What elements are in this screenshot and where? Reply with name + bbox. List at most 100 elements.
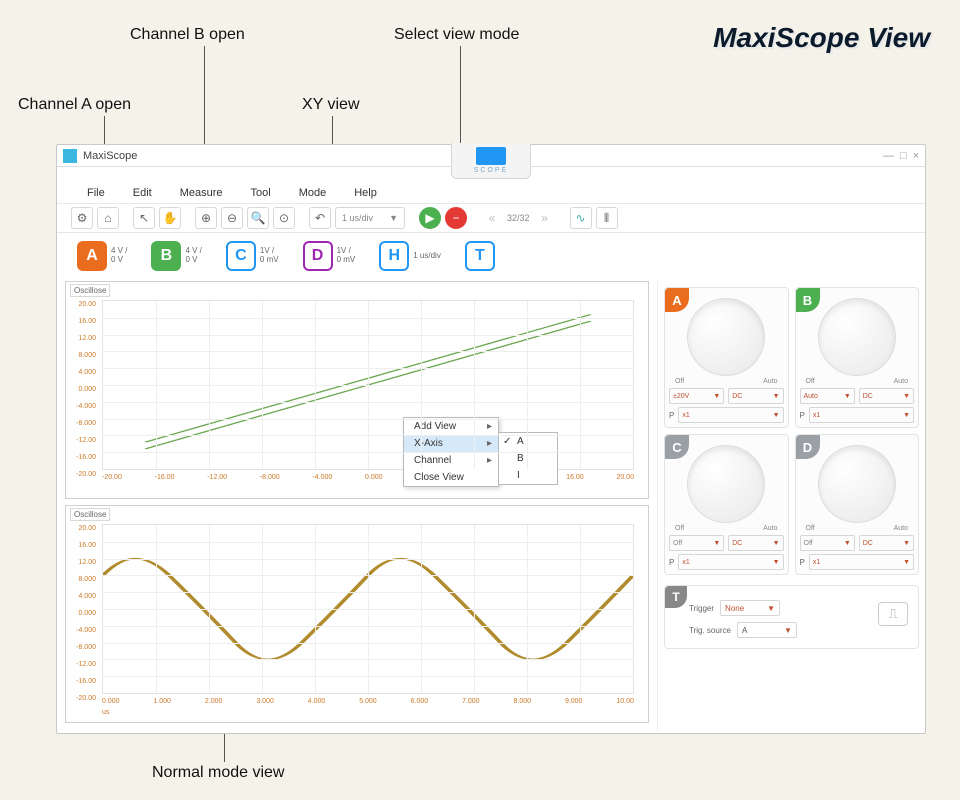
channel-d-icon: D (303, 241, 333, 271)
range-select-d[interactable]: Off▼ (800, 535, 855, 551)
trigger-mode-label: Trigger (689, 604, 714, 613)
probe-select-c[interactable]: x1▼ (678, 554, 783, 570)
knob-a-label: A (665, 288, 689, 312)
knob-off-label: Off (675, 525, 684, 532)
xy-plot-area[interactable]: Add View▸ X-Axis▸ Channel▸ Close View A … (102, 300, 634, 470)
right-panel: A OffAuto ±20V▼ DC▼ Px1▼ B OffAuto Auto▼ (657, 281, 925, 731)
channel-b-chip[interactable]: B 4 V /0 V (151, 241, 201, 271)
knob-auto-label: Auto (894, 525, 908, 532)
knob-auto-label: Auto (763, 378, 777, 385)
stop-button[interactable]: − (445, 207, 467, 229)
knob-auto-label: Auto (763, 525, 777, 532)
menubar: File Edit Measure Tool Mode Help (57, 181, 925, 204)
scope-mode-badge[interactable]: SCOPE (451, 143, 531, 179)
knob-c-label: C (665, 435, 689, 459)
annotation-xy-view: XY view (302, 96, 360, 114)
scope-badge-label: SCOPE (474, 167, 509, 174)
coupling-select-d[interactable]: DC▼ (859, 535, 914, 551)
menu-file[interactable]: File (87, 187, 105, 199)
timebase-select[interactable]: 1 us/div ▼ (335, 207, 405, 229)
normal-plot-area[interactable] (102, 524, 634, 694)
x-axis-unit: us (70, 709, 644, 716)
zoom-button[interactable]: 🔍 (247, 207, 269, 229)
normal-x-axis: 0.0001.0002.0003.0004.0005.0006.0007.000… (70, 696, 644, 709)
knob-auto-label: Auto (894, 378, 908, 385)
spectrum-view-button[interactable]: ⦀ (596, 207, 618, 229)
chevron-right-icon: ▸ (487, 421, 492, 432)
zoom-fit-button[interactable]: ⊙ (273, 207, 295, 229)
knob-a-dial[interactable] (687, 298, 765, 376)
menu-item-close-view[interactable]: Close View (404, 469, 498, 486)
menu-edit[interactable]: Edit (133, 187, 152, 199)
menu-item-add-view[interactable]: Add View▸ (404, 418, 498, 435)
app-title: MaxiScope (83, 150, 137, 162)
menu-measure[interactable]: Measure (180, 187, 223, 199)
channel-bar: A 4 V /0 V B 4 V /0 V C 1V /0 mV D 1V /0… (57, 233, 925, 281)
channel-t-chip[interactable]: T (465, 241, 495, 271)
zoom-out-button[interactable]: ⊖ (221, 207, 243, 229)
app-window: MaxiScope — □ × SCOPE File Edit Measure … (56, 144, 926, 734)
knob-off-label: Off (675, 378, 684, 385)
menu-mode[interactable]: Mode (299, 187, 327, 199)
home-button[interactable]: ⌂ (97, 207, 119, 229)
chevron-down-icon: ▼ (389, 213, 398, 223)
window-close-button[interactable]: × (913, 150, 919, 162)
knob-d-label: D (796, 435, 820, 459)
channel-h-chip[interactable]: H 1 us/div (379, 241, 441, 271)
probe-select-b[interactable]: x1▼ (809, 407, 914, 423)
knob-panel-b: B OffAuto Auto▼ DC▼ Px1▼ (795, 287, 920, 428)
trigger-source-select[interactable]: A▼ (737, 622, 797, 638)
channel-a-icon: A (77, 241, 107, 271)
range-select-b[interactable]: Auto▼ (800, 388, 855, 404)
context-submenu[interactable]: A B I (498, 432, 558, 485)
channel-a-chip[interactable]: A 4 V /0 V (77, 241, 127, 271)
channel-c-chip[interactable]: C 1V /0 mV (226, 241, 279, 271)
chevron-right-icon: ▸ (487, 438, 492, 449)
timebase-value: 1 us/div (342, 213, 373, 223)
xy-scope-panel: Oscillose 20.0016.0012.008.0004.0000.000… (65, 281, 649, 499)
knob-off-label: Off (806, 378, 815, 385)
pan-tool-button[interactable]: ✋ (159, 207, 181, 229)
coupling-select-b[interactable]: DC▼ (859, 388, 914, 404)
knob-panel-d: D OffAuto Off▼ DC▼ Px1▼ (795, 434, 920, 575)
chevron-right-icon: ▸ (487, 455, 492, 466)
range-select-a[interactable]: ±20V▼ (669, 388, 724, 404)
probe-select-a[interactable]: x1▼ (678, 407, 783, 423)
knob-c-dial[interactable] (687, 445, 765, 523)
annotation-channel-b: Channel B open (130, 26, 245, 44)
app-logo-icon (63, 149, 77, 163)
menu-help[interactable]: Help (354, 187, 377, 199)
annotation-normal-mode: Normal mode view (152, 764, 284, 782)
menu-item-x-axis[interactable]: X-Axis▸ (404, 435, 498, 452)
channel-b-info: 4 V /0 V (185, 247, 201, 265)
trigger-panel: T ⎍ TriggerNone▼ Trig. sourceA▼ (664, 585, 919, 649)
menu-tool[interactable]: Tool (251, 187, 271, 199)
trigger-edge-icon[interactable]: ⎍ (878, 602, 908, 626)
knob-b-dial[interactable] (818, 298, 896, 376)
annotation-channel-a: Channel A open (18, 96, 131, 114)
channel-d-chip[interactable]: D 1V /0 mV (303, 241, 356, 271)
probe-select-d[interactable]: x1▼ (809, 554, 914, 570)
xy-y-axis: 20.0016.0012.008.0004.0000.000-4.000-8.0… (68, 296, 96, 483)
undo-button[interactable]: ↶ (309, 207, 331, 229)
submenu-item-i[interactable]: I (499, 467, 557, 484)
pointer-tool-button[interactable]: ↖ (133, 207, 155, 229)
next-frame-button[interactable]: » (534, 207, 556, 229)
waveform-view-button[interactable]: ∿ (570, 207, 592, 229)
menu-item-channel[interactable]: Channel▸ (404, 452, 498, 469)
channel-c-icon: C (226, 241, 256, 271)
settings-button[interactable]: ⚙ (71, 207, 93, 229)
channel-c-info: 1V /0 mV (260, 247, 279, 265)
range-select-c[interactable]: Off▼ (669, 535, 724, 551)
trigger-mode-select[interactable]: None▼ (720, 600, 780, 616)
coupling-select-a[interactable]: DC▼ (728, 388, 783, 404)
run-button[interactable]: ▶ (419, 207, 441, 229)
window-maximize-button[interactable]: □ (900, 150, 907, 162)
knob-d-dial[interactable] (818, 445, 896, 523)
channel-b-icon: B (151, 241, 181, 271)
normal-scope-panel: Oscillose 20.0016.0012.008.0004.0000.000… (65, 505, 649, 723)
zoom-in-button[interactable]: ⊕ (195, 207, 217, 229)
coupling-select-c[interactable]: DC▼ (728, 535, 783, 551)
prev-frame-button[interactable]: « (481, 207, 503, 229)
window-minimize-button[interactable]: — (883, 150, 894, 162)
